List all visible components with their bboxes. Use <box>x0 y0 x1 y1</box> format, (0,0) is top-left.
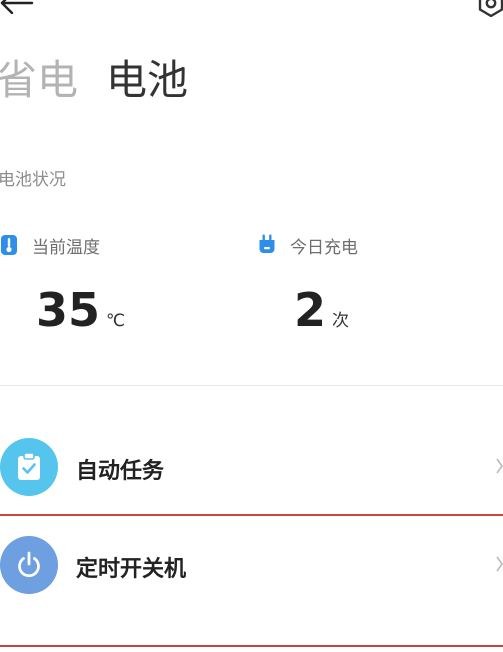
charges-today-unit: 次 <box>332 311 350 331</box>
power-icon <box>18 551 40 578</box>
gear-icon[interactable] <box>476 0 503 18</box>
top-bar <box>0 0 503 24</box>
tab-bar: 省电 电池 <box>0 54 188 110</box>
charges-today-value: 2 <box>294 283 327 337</box>
arrow-left-icon[interactable] <box>0 0 34 14</box>
thermometer-icon <box>1 235 17 255</box>
scheduled-power-label: 定时开关机 <box>76 557 187 582</box>
clipboard-check-icon <box>18 452 40 480</box>
highlight-line-bottom <box>0 645 503 647</box>
chevron-right-icon <box>496 556 503 572</box>
temperature-stat: 当前温度 35 ℃ <box>0 233 230 343</box>
scheduled-power-icon-badge <box>0 536 58 594</box>
charges-today-stat: 今日充电 2 次 <box>258 233 488 343</box>
divider <box>0 385 503 386</box>
menu-item-scheduled-power[interactable]: 定时开关机 <box>0 516 503 614</box>
chevron-right-icon <box>496 458 503 474</box>
plug-icon <box>259 234 275 253</box>
temperature-unit: ℃ <box>106 311 126 331</box>
tab-power-saving[interactable]: 省电 <box>0 54 78 106</box>
temperature-value: 35 <box>36 283 101 337</box>
auto-task-icon-badge <box>0 438 58 496</box>
temperature-label: 当前温度 <box>32 237 100 258</box>
charges-today-label: 今日充电 <box>290 237 358 258</box>
auto-task-label: 自动任务 <box>76 459 165 484</box>
tab-battery[interactable]: 电池 <box>106 54 188 106</box>
menu-item-auto-task[interactable]: 自动任务 <box>0 418 503 516</box>
battery-status-title: 电池状况 <box>0 170 66 190</box>
